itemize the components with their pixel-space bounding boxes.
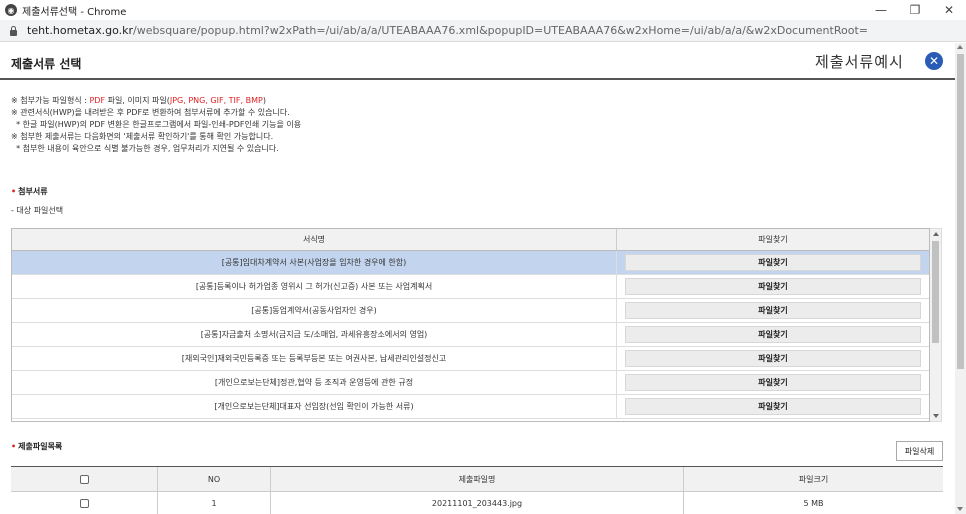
document-grid-scrollbar[interactable] (930, 228, 942, 422)
page-scrollbar[interactable] (955, 43, 966, 514)
scroll-down-arrow-icon[interactable] (933, 414, 939, 418)
find-file-button[interactable]: 파일찾기 (625, 302, 921, 319)
find-file-button[interactable]: 파일찾기 (625, 278, 921, 295)
select-all-checkbox[interactable] (79, 474, 89, 484)
column-find-file: 파일찾기 (758, 235, 788, 244)
target-file-select-label: - 대상 파일선택 (11, 206, 64, 215)
popup-content: 제출서류 선택 제출서류예시 ✕ ※ 첨부가능 파일형식 : PDF 파일, 이… (0, 43, 955, 514)
document-grid-header: 서식명 파일찾기 (12, 229, 929, 251)
window-titlebar: ◉ 제출서류선택 - Chrome — ❐ ✕ (0, 0, 966, 20)
row-checkbox[interactable] (79, 499, 89, 508)
lock-icon (9, 25, 19, 36)
address-bar[interactable]: teht.hometax.go.kr/websquare/popup.html?… (0, 20, 966, 42)
file-name: 20211101_203443.jpg (271, 492, 684, 514)
file-size: 5 MB (803, 499, 824, 508)
submitted-file-grid: NO 제출파일명 파일크기 1 20211101_203443.jpg 5 MB (11, 466, 943, 514)
window-controls: — ❐ ✕ (864, 0, 966, 20)
document-name: [개인으로보는단체]정관,협약 등 조직과 운영등에 관한 규정 (12, 371, 617, 394)
find-file-button[interactable]: 파일찾기 (625, 398, 921, 415)
delete-file-button[interactable]: 파일삭제 (896, 441, 943, 461)
submit-file-list-label: • 제출파일목록 (11, 442, 63, 451)
notice-line-4: ※ 첨부한 제출서류는 다음화면의 '제출서류 확인하기'를 통해 확인 가능합… (11, 132, 274, 141)
column-no: NO (158, 467, 271, 491)
find-file-button[interactable]: 파일찾기 (625, 254, 921, 271)
page-title: 제출서류 선택 (11, 57, 82, 71)
bullet-icon: • (11, 187, 17, 196)
find-file-button[interactable]: 파일찾기 (625, 374, 921, 391)
notice-line-5: * 첨부한 내용이 육안으로 식별 불가능한 경우, 업무처리가 지연될 수 있… (11, 144, 279, 153)
scroll-up-arrow-icon[interactable] (957, 45, 963, 49)
notice-line-1: ※ 첨부가능 파일형식 : PDF 파일, 이미지 파일(JPG, PNG, G… (11, 96, 266, 105)
notice-line-2: ※ 관련서식(HWP)을 내려받은 후 PDF로 변환하여 첨부서류에 추가할 … (11, 108, 290, 117)
document-name: [공통]임대차계약서 사본(사업장을 임차한 경우에 한함) (12, 251, 617, 274)
document-name: [공통]동업계약서(공동사업자인 경우) (12, 299, 617, 322)
find-file-button[interactable]: 파일찾기 (625, 326, 921, 343)
document-grid: 서식명 파일찾기 [공통]임대차계약서 사본(사업장을 임차한 경우에 한함) … (11, 228, 930, 422)
restore-button[interactable]: ❐ (898, 0, 932, 20)
minimize-button[interactable]: — (864, 0, 898, 20)
scroll-down-arrow-icon[interactable] (957, 507, 963, 511)
file-no: 1 (158, 492, 271, 514)
document-row[interactable]: [공통]등록이나 허가업종 영위시 그 허가(신고증) 사본 또는 사업계획서 … (12, 275, 929, 299)
submitted-file-row[interactable]: 1 20211101_203443.jpg 5 MB (11, 492, 943, 514)
close-popup-icon[interactable]: ✕ (925, 52, 943, 70)
document-name: [재외국인]재외국민등록증 또는 등록부등본 또는 여권사본, 납세관리인설정신… (12, 347, 617, 370)
notice-line-3: * 한글 파일(HWP)의 PDF 변환은 한글프로그램에서 파일-인쇄-PDF… (11, 120, 302, 129)
window-title: 제출서류선택 - Chrome (22, 6, 127, 18)
document-row[interactable]: [개인으로보는단체]대표자 선임장(선임 확인이 가능한 서류) 파일찾기 (12, 395, 929, 419)
attach-section-label: • 첨부서류 (11, 187, 48, 196)
close-window-button[interactable]: ✕ (932, 0, 966, 20)
submitted-file-grid-header: NO 제출파일명 파일크기 (11, 467, 943, 492)
scroll-up-arrow-icon[interactable] (933, 232, 939, 236)
document-name: [개인으로보는단체]대표자 선임장(선임 확인이 가능한 서류) (12, 395, 617, 418)
url-text[interactable]: teht.hometax.go.kr/websquare/popup.html?… (27, 24, 868, 37)
popup-header: 제출서류 선택 제출서류예시 ✕ (0, 43, 955, 80)
url-path: /websquare/popup.html?w2xPath=/ui/ab/a/a… (133, 24, 868, 37)
notice-text: ※ 첨부가능 파일형식 : PDF 파일, 이미지 파일(JPG, PNG, G… (11, 95, 301, 155)
document-name: [공통]자금출처 소명서(금지금 도/소매업, 과세유흥장소에서의 영업) (12, 323, 617, 346)
document-row[interactable]: [재외국인]재외국민등록증 또는 등록부등본 또는 여권사본, 납세관리인설정신… (12, 347, 929, 371)
scrollbar-thumb[interactable] (932, 241, 939, 343)
document-example-link[interactable]: 제출서류예시 (815, 51, 904, 72)
scrollbar-thumb[interactable] (957, 54, 964, 369)
bullet-icon: • (11, 442, 17, 451)
document-name: [공통]등록이나 허가업종 영위시 그 허가(신고증) 사본 또는 사업계획서 (12, 275, 617, 298)
column-file-size: 파일크기 (798, 474, 829, 484)
url-host: teht.hometax.go.kr (27, 24, 134, 37)
document-row[interactable]: [공통]임대차계약서 사본(사업장을 임차한 경우에 한함) 파일찾기 (12, 251, 929, 275)
column-form-name: 서식명 (12, 229, 617, 250)
find-file-button[interactable]: 파일찾기 (625, 350, 921, 367)
document-row[interactable]: [공통]자금출처 소명서(금지금 도/소매업, 과세유흥장소에서의 영업) 파일… (12, 323, 929, 347)
globe-icon: ◉ (5, 4, 17, 16)
document-row[interactable]: [개인으로보는단체]정관,협약 등 조직과 운영등에 관한 규정 파일찾기 (12, 371, 929, 395)
document-row[interactable]: [공통]동업계약서(공동사업자인 경우) 파일찾기 (12, 299, 929, 323)
column-file-name: 제출파일명 (271, 467, 684, 491)
